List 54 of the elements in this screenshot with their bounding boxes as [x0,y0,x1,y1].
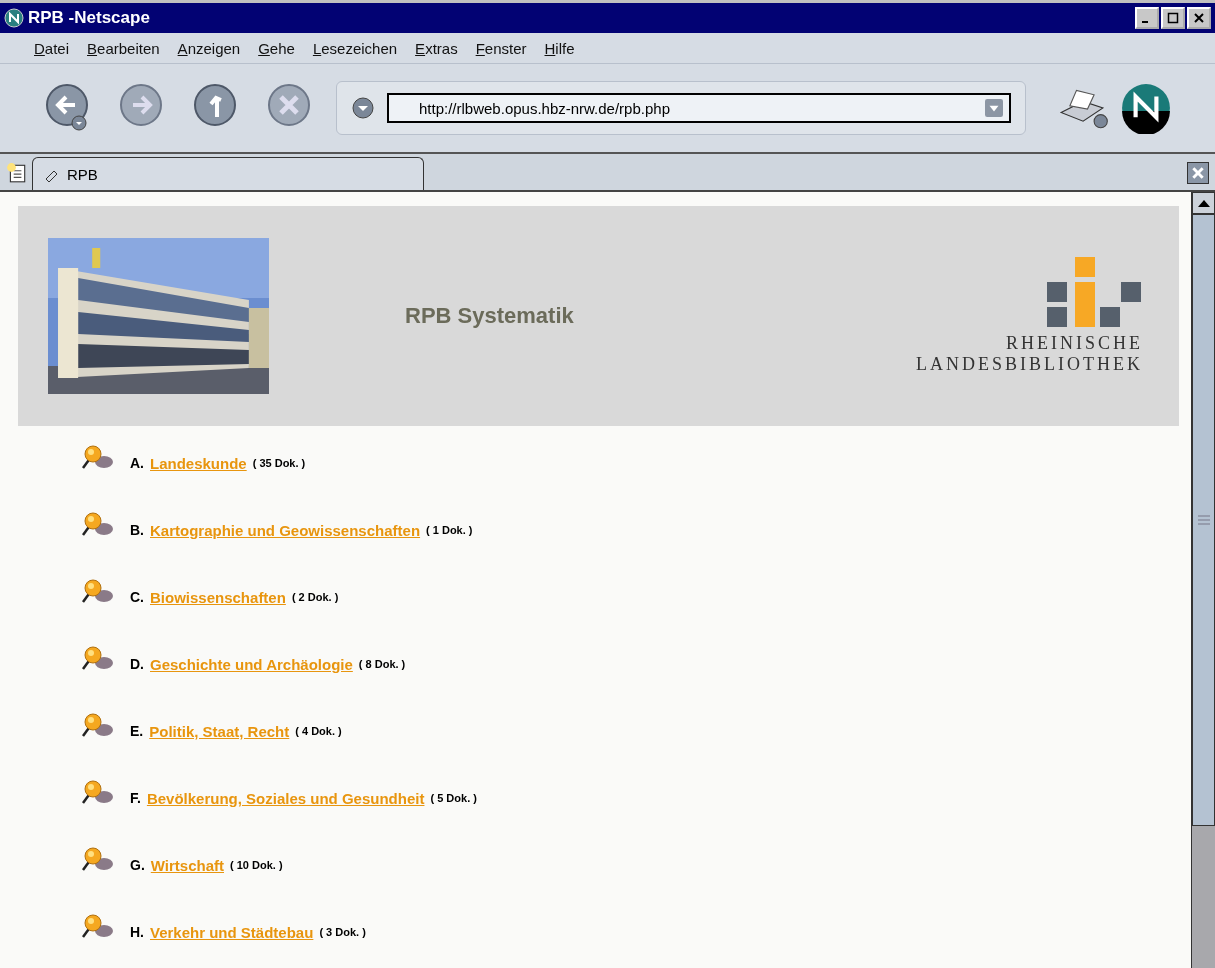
new-tab-icon[interactable] [6,162,28,184]
category-letter: C. [130,589,144,605]
document-count: ( 2 Dok. ) [291,591,339,603]
scroll-up-button[interactable] [1192,192,1215,214]
pushpin-icon [80,780,114,806]
maximize-button[interactable] [1161,7,1185,29]
netscape-logo-icon [4,8,24,28]
up-arrow-icon [1197,199,1210,207]
library-name: LANDESBIBLIOTHEK [916,354,1143,375]
document-count: ( 10 Dok. ) [230,859,283,871]
document-count: ( 1 Dok. ) [426,524,473,536]
page-title: RPB Systematik [405,303,575,329]
tab[interactable]: RPB [32,157,424,190]
menu-item[interactable]: Extras [415,39,458,57]
close-button[interactable] [1187,7,1211,29]
netscape-logo-icon[interactable] [1120,82,1172,134]
menu-item[interactable]: Hilfe [544,39,575,57]
document-count: ( 5 Dok. ) [430,792,477,804]
category-letter: A. [130,455,144,471]
menu-item[interactable]: Fenster [475,39,527,57]
pushpin-icon [80,445,114,471]
minimize-icon [1142,21,1148,23]
library-logo-icon [1047,257,1143,327]
pushpin-icon [80,847,114,873]
scrollbar-thumb[interactable] [1192,214,1215,826]
close-tab-button[interactable] [1187,162,1209,184]
pushpin-icon [80,914,114,940]
pushpin-icon [80,512,114,538]
minimize-button[interactable] [1135,7,1159,29]
library-name: RHEINISCHE [1006,333,1143,354]
close-icon [1193,12,1205,24]
document-count: ( 35 Dok. ) [252,457,306,469]
category-letter: E. [130,723,144,739]
category-letter: G. [130,857,145,873]
window-title: RPB -Netscape [28,8,151,28]
category-letter: D. [130,656,144,672]
category-letter: H. [130,924,144,940]
pushpin-icon [80,713,114,739]
pushpin-icon [80,646,114,672]
category-letter: F. [130,790,141,806]
menu-item[interactable]: Anzeigen [177,39,241,57]
document-count: ( 3 Dok. ) [319,926,366,938]
document-count: ( 8 Dok. ) [358,658,406,670]
menu-item[interactable]: Bearbeiten [87,39,160,57]
menu-item[interactable]: Gehe [258,39,295,57]
pushpin-icon [80,579,114,605]
close-icon [1191,166,1205,180]
category-letter: B. [130,522,144,538]
menu-item[interactable]: Datei [34,39,70,57]
document-count: ( 4 Dok. ) [295,725,342,737]
url-field[interactable]: http://rlbweb.opus.hbz-nrw.de/rpb.php [387,93,1011,123]
menu-item[interactable]: Lesezeichen [312,39,398,57]
dropdown-icon[interactable] [351,96,375,120]
maximize-icon [1167,12,1179,24]
